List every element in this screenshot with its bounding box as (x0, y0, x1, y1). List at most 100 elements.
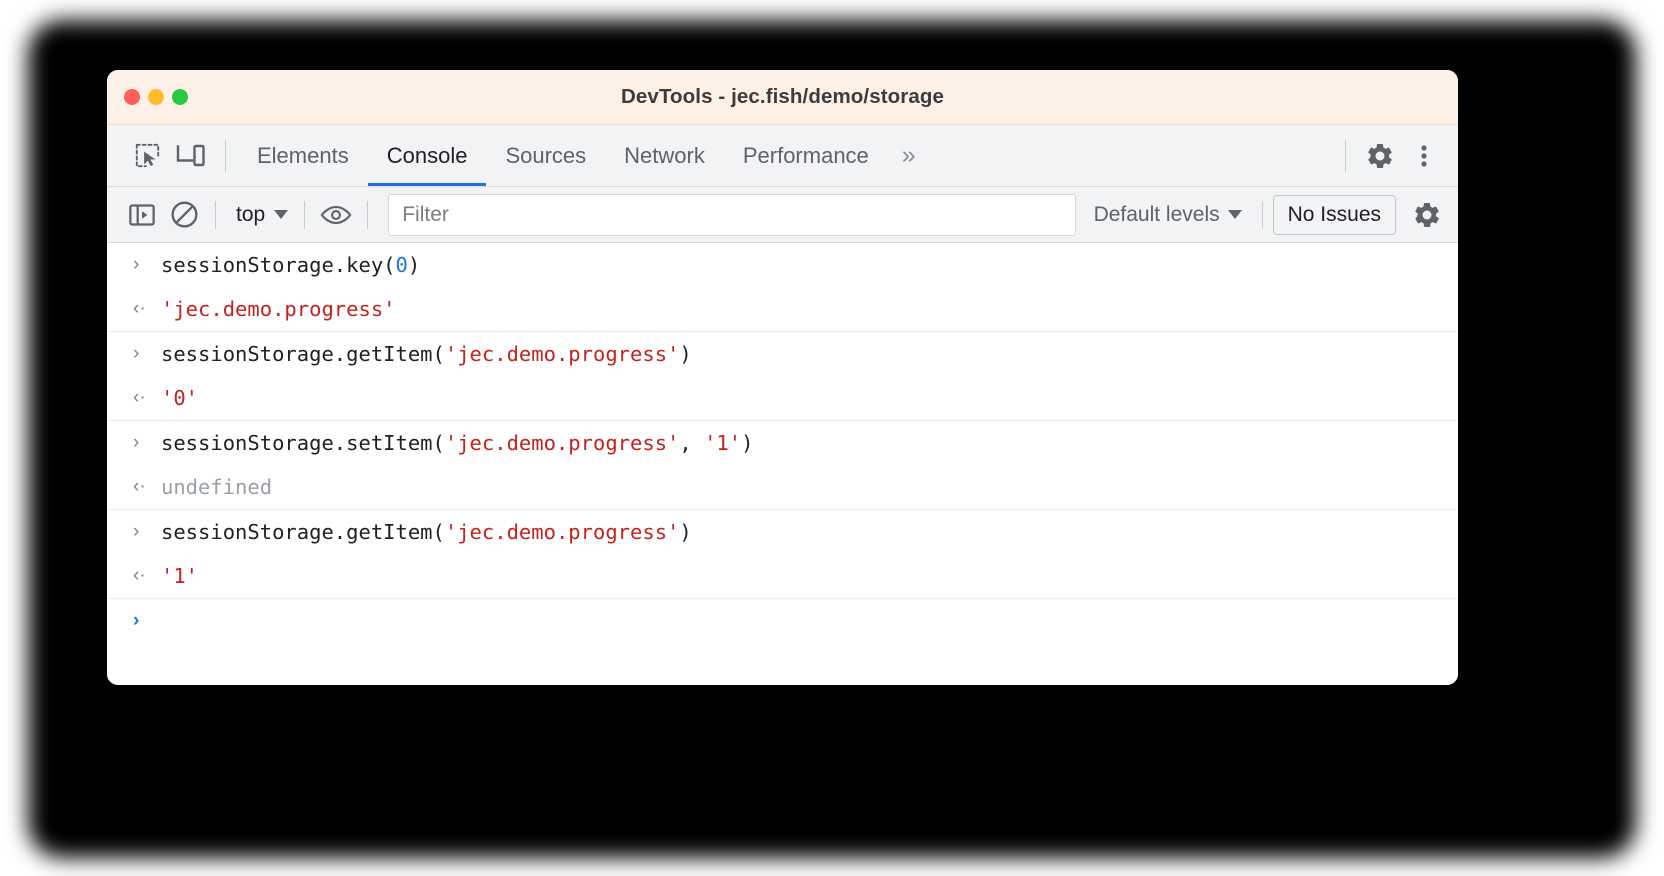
tab-sources-label: Sources (505, 143, 586, 169)
console-toolbar-divider-1 (215, 201, 216, 229)
console-toolbar: top Filter Default levels No Issues (107, 187, 1458, 243)
chevron-down-icon (274, 210, 288, 219)
token-string: '1' (704, 431, 741, 455)
window-title: DevTools - jec.fish/demo/storage (107, 85, 1458, 109)
double-chevron-right-icon: » (902, 141, 912, 169)
console-input-row[interactable]: ›sessionStorage.getItem('jec.demo.progre… (107, 509, 1458, 554)
console-input-row[interactable]: ›sessionStorage.setItem('jec.demo.progre… (107, 420, 1458, 465)
maximize-button[interactable] (172, 89, 188, 105)
output-marker-icon: ‹· (133, 385, 161, 411)
inspect-element-icon (134, 142, 161, 169)
device-toolbar-icon (176, 143, 206, 169)
gear-icon (1365, 141, 1395, 171)
device-toolbar-button[interactable] (169, 134, 213, 178)
inspect-element-button[interactable] (125, 134, 169, 178)
output-marker-icon: ‹· (133, 296, 161, 322)
token-plain: sessionStorage.getItem( (161, 520, 445, 544)
execution-context-label: top (236, 203, 265, 227)
devtools-tabbar: Elements Console Sources Network Perform… (107, 125, 1458, 187)
token-plain: sessionStorage.getItem( (161, 342, 445, 366)
token-undefined: undefined (161, 475, 272, 499)
clear-console-icon (170, 200, 199, 229)
console-sidebar-toggle-icon (128, 201, 156, 229)
input-marker-icon: › (133, 341, 161, 367)
tab-performance-label: Performance (743, 143, 869, 169)
console-prompt-row[interactable]: › (107, 598, 1458, 643)
clear-console-button[interactable] (163, 194, 205, 236)
token-plain: ) (408, 253, 420, 277)
token-plain: sessionStorage.key( (161, 253, 396, 277)
token-string: 'jec.demo.progress' (445, 431, 680, 455)
token-plain: ) (741, 431, 753, 455)
console-expression: sessionStorage.getItem('jec.demo.progres… (161, 341, 692, 367)
output-marker-icon: ‹· (133, 563, 161, 589)
console-toolbar-divider-3 (367, 201, 368, 229)
token-string: 'jec.demo.progress' (161, 297, 396, 321)
console-result: 'jec.demo.progress' (161, 296, 396, 322)
token-plain: , (679, 431, 704, 455)
console-input-row[interactable]: ›sessionStorage.getItem('jec.demo.progre… (107, 331, 1458, 376)
token-string: '0' (161, 386, 198, 410)
tabbar-divider-2 (1345, 140, 1346, 172)
console-message-list[interactable]: ›sessionStorage.key(0)‹·'jec.demo.progre… (107, 243, 1458, 685)
tab-network[interactable]: Network (605, 125, 724, 186)
token-string: 'jec.demo.progress' (445, 520, 680, 544)
console-result: '0' (161, 385, 198, 411)
console-toolbar-divider-2 (304, 201, 305, 229)
tabbar-right-group (1333, 134, 1446, 178)
token-string: '1' (161, 564, 198, 588)
console-expression: sessionStorage.key(0) (161, 252, 420, 278)
console-output-row[interactable]: ‹·undefined (107, 465, 1458, 509)
token-string: 'jec.demo.progress' (445, 342, 680, 366)
window-titlebar[interactable]: DevTools - jec.fish/demo/storage (107, 70, 1458, 125)
console-output-row[interactable]: ‹·'0' (107, 376, 1458, 420)
console-result: undefined (161, 474, 272, 500)
panel-tabs: Elements Console Sources Network Perform… (238, 125, 926, 186)
tab-elements-label: Elements (257, 143, 349, 169)
prompt-marker-icon: › (133, 608, 161, 634)
token-plain: sessionStorage.setItem( (161, 431, 445, 455)
tab-sources[interactable]: Sources (486, 125, 605, 186)
console-toolbar-divider-4 (1262, 201, 1263, 229)
output-marker-icon: ‹· (133, 474, 161, 500)
tab-network-label: Network (624, 143, 705, 169)
console-output-row[interactable]: ‹·'jec.demo.progress' (107, 287, 1458, 331)
token-plain: ) (679, 520, 691, 544)
console-input-row[interactable]: ›sessionStorage.key(0) (107, 243, 1458, 287)
chevron-down-icon (1228, 210, 1242, 219)
console-expression: sessionStorage.getItem('jec.demo.progres… (161, 519, 692, 545)
token-plain: ) (679, 342, 691, 366)
execution-context-selector[interactable]: top (226, 203, 294, 227)
issues-status-label: No Issues (1288, 203, 1381, 226)
devtools-main-menu-button[interactable] (1402, 134, 1446, 178)
log-levels-label: Default levels (1094, 203, 1220, 227)
gear-icon (1412, 200, 1442, 230)
eye-icon (319, 203, 353, 227)
console-filter-placeholder: Filter (402, 203, 449, 227)
close-button[interactable] (124, 89, 140, 105)
console-output-row[interactable]: ‹·'1' (107, 554, 1458, 598)
more-vertical-icon (1412, 142, 1436, 170)
token-number: 0 (396, 253, 408, 277)
tab-console-label: Console (387, 143, 468, 169)
tab-performance[interactable]: Performance (724, 125, 888, 186)
console-result: '1' (161, 563, 198, 589)
issues-status-button[interactable]: No Issues (1273, 195, 1396, 235)
window-controls (124, 70, 188, 124)
create-live-expression-button[interactable] (315, 194, 357, 236)
devtools-window: DevTools - jec.fish/demo/storage (107, 70, 1458, 685)
log-levels-selector[interactable]: Default levels (1084, 203, 1252, 227)
input-marker-icon: › (133, 252, 161, 278)
tabbar-divider-1 (225, 140, 226, 172)
more-tabs-button[interactable]: » (888, 141, 926, 170)
console-sidebar-toggle-button[interactable] (121, 194, 163, 236)
tab-elements[interactable]: Elements (238, 125, 368, 186)
devtools-settings-button[interactable] (1358, 134, 1402, 178)
console-expression: sessionStorage.setItem('jec.demo.progres… (161, 430, 753, 456)
minimize-button[interactable] (148, 89, 164, 105)
tab-console[interactable]: Console (368, 125, 487, 186)
input-marker-icon: › (133, 430, 161, 456)
input-marker-icon: › (133, 519, 161, 545)
console-settings-button[interactable] (1406, 194, 1448, 236)
console-filter-input[interactable]: Filter (388, 194, 1075, 236)
